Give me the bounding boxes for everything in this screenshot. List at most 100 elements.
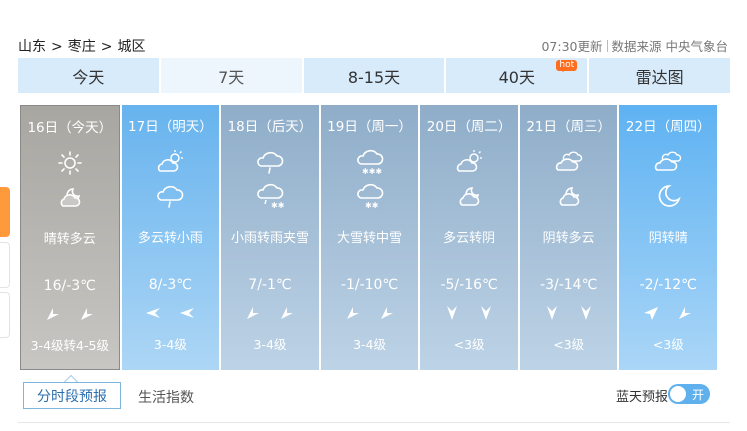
sleet-icon: ✱✱	[257, 183, 284, 209]
heavy-snow-icon: ✱✱✱	[356, 149, 383, 175]
light-rain-icon	[257, 151, 284, 174]
tab-8-15-days[interactable]: 8-15天	[303, 58, 445, 93]
day-card[interactable]: 18日（后天） ✱✱ 小雨转雨夹雪 7/-1℃ 3-4级	[221, 105, 319, 370]
tab-label: 雷达图	[635, 67, 684, 87]
wind-direction	[122, 305, 220, 321]
day-date: 20日（周二）	[426, 119, 512, 135]
update-time: 07:30更新	[541, 39, 603, 54]
hot-badge: hot	[556, 60, 578, 72]
partly-cloudy-night-icon	[559, 187, 579, 206]
wind-arrow-icon	[246, 307, 259, 319]
tab-40-days[interactable]: 40天 hot	[446, 58, 588, 93]
day-temperature: -3/-14℃	[540, 277, 598, 293]
seven-day-forecast: 16日（今天） 晴转多云 16/-3℃ 3-4级转4-5级 17日（明天） 多云…	[20, 105, 718, 370]
day-wind: <3级	[652, 337, 684, 352]
tab-label: 40天	[498, 67, 535, 87]
forecast-tabs: 今天 7天 8-15天 40天 hot 雷达图	[18, 58, 730, 93]
day-temperature: 16/-3℃	[43, 278, 96, 294]
svg-text:✱✱✱: ✱✱✱	[362, 167, 382, 175]
svg-text:✱✱: ✱✱	[271, 201, 284, 209]
day-condition: 阴转多云	[542, 231, 595, 246]
wind-arrow-icon	[280, 307, 293, 319]
tab-today[interactable]: 今天	[18, 58, 159, 93]
wind-arrow-icon	[447, 306, 458, 320]
breadcrumb: 山东 > 枣庄 > 城区	[18, 36, 145, 56]
side-tab-3[interactable]	[0, 292, 10, 338]
side-feedback-tab[interactable]	[0, 187, 10, 237]
partly-cloudy-icon	[456, 150, 483, 172]
wind-direction	[619, 305, 717, 321]
sun-icon	[57, 151, 82, 175]
wind-direction	[221, 305, 319, 321]
overcast-icon	[655, 151, 682, 171]
day-wind: <3级	[553, 337, 585, 352]
partly-cloudy-night-icon	[60, 188, 81, 207]
bottom-controls: 分时段预报 生活指数 蓝天预报 开	[20, 375, 730, 411]
wind-direction	[21, 306, 119, 322]
side-tab-2[interactable]	[0, 242, 10, 288]
day-date: 22日（周四）	[625, 119, 711, 135]
wind-direction	[420, 305, 518, 321]
toggle-label: 开	[691, 388, 704, 402]
day-card[interactable]: 19日（周一） ✱✱✱ ✱✱ 大雪转中雪 -1/-10℃ 3-4级	[320, 105, 419, 370]
day-condition: 大雪转中雪	[337, 231, 403, 246]
day-wind: 3-4级	[153, 337, 187, 352]
tab-label: 今天	[72, 67, 105, 87]
meta-divider	[606, 40, 608, 52]
update-meta: 07:30更新 数据来源 中央气象台	[541, 36, 728, 55]
wind-arrow-icon	[580, 306, 591, 320]
day-temperature: 7/-1℃	[248, 277, 292, 293]
life-index-tab[interactable]: 生活指数	[138, 387, 194, 407]
tab-label: 7天	[218, 67, 245, 87]
tab-radar[interactable]: 雷达图	[589, 58, 730, 93]
breadcrumb-separator: >	[51, 39, 63, 55]
wind-arrow-icon	[180, 308, 195, 318]
day-wind: 3-4级	[253, 337, 287, 352]
day-card[interactable]: 16日（今天） 晴转多云 16/-3℃ 3-4级转4-5级	[20, 105, 120, 370]
day-condition: 多云转阴	[443, 231, 496, 246]
top-bar: 山东 > 枣庄 > 城区 07:30更新 数据来源 中央气象台	[18, 34, 728, 56]
wind-arrow-icon	[146, 308, 161, 318]
day-card[interactable]: 21日（周三） 阴转多云 -3/-14℃ <3级	[519, 105, 618, 370]
day-wind: 3-4级	[353, 337, 386, 352]
toggle-knob	[670, 386, 686, 402]
breadcrumb-province[interactable]: 山东	[18, 39, 46, 55]
day-temperature: -1/-10℃	[340, 277, 399, 293]
day-temperature: 8/-3℃	[148, 277, 193, 293]
day-card[interactable]: 17日（明天） 多云转小雨 8/-3℃ 3-4级	[121, 105, 220, 370]
breadcrumb-separator: >	[100, 39, 113, 55]
day-date: 17日（明天）	[128, 119, 213, 135]
hourly-forecast-button[interactable]: 分时段预报	[23, 375, 121, 409]
wind-arrow-icon	[481, 306, 492, 320]
day-wind: 3-4级转4-5级	[30, 338, 109, 353]
tab-7-days[interactable]: 7天	[160, 58, 302, 93]
day-date: 21日（周三）	[526, 119, 612, 135]
wind-arrow-icon	[644, 307, 659, 320]
day-wind: <3级	[453, 337, 485, 352]
divider	[18, 422, 730, 423]
day-temperature: -2/-12℃	[639, 277, 697, 293]
tab-label: 8-15天	[347, 67, 401, 87]
light-rain-icon	[157, 185, 184, 208]
breadcrumb-city[interactable]: 枣庄	[68, 39, 96, 55]
active-pointer	[64, 375, 78, 382]
day-condition: 多云转小雨	[137, 231, 203, 246]
wind-arrow-icon	[546, 306, 557, 320]
day-card[interactable]: 22日（周四） 阴转晴 -2/-12℃ <3级	[619, 105, 718, 370]
wind-arrow-icon	[80, 308, 93, 320]
day-date: 18日（后天）	[227, 119, 313, 135]
blue-sky-label: 蓝天预报	[615, 390, 668, 405]
breadcrumb-district[interactable]: 城区	[117, 39, 145, 55]
partly-cloudy-icon	[158, 150, 184, 172]
moderate-snow-icon: ✱✱	[356, 183, 383, 209]
wind-direction	[520, 305, 618, 321]
day-temperature: -5/-16℃	[440, 277, 498, 293]
day-card[interactable]: 20日（周二） 多云转阴 -5/-16℃ <3级	[420, 105, 518, 370]
blue-sky-toggle[interactable]: 开	[668, 384, 710, 404]
data-source: 数据来源 中央气象台	[611, 39, 728, 54]
partly-cloudy-night-icon	[459, 187, 480, 206]
day-condition: 阴转晴	[648, 231, 688, 246]
day-date: 19日（周一）	[327, 119, 412, 135]
hourly-forecast-label: 分时段预报	[37, 388, 107, 405]
wind-arrow-icon	[679, 307, 692, 319]
